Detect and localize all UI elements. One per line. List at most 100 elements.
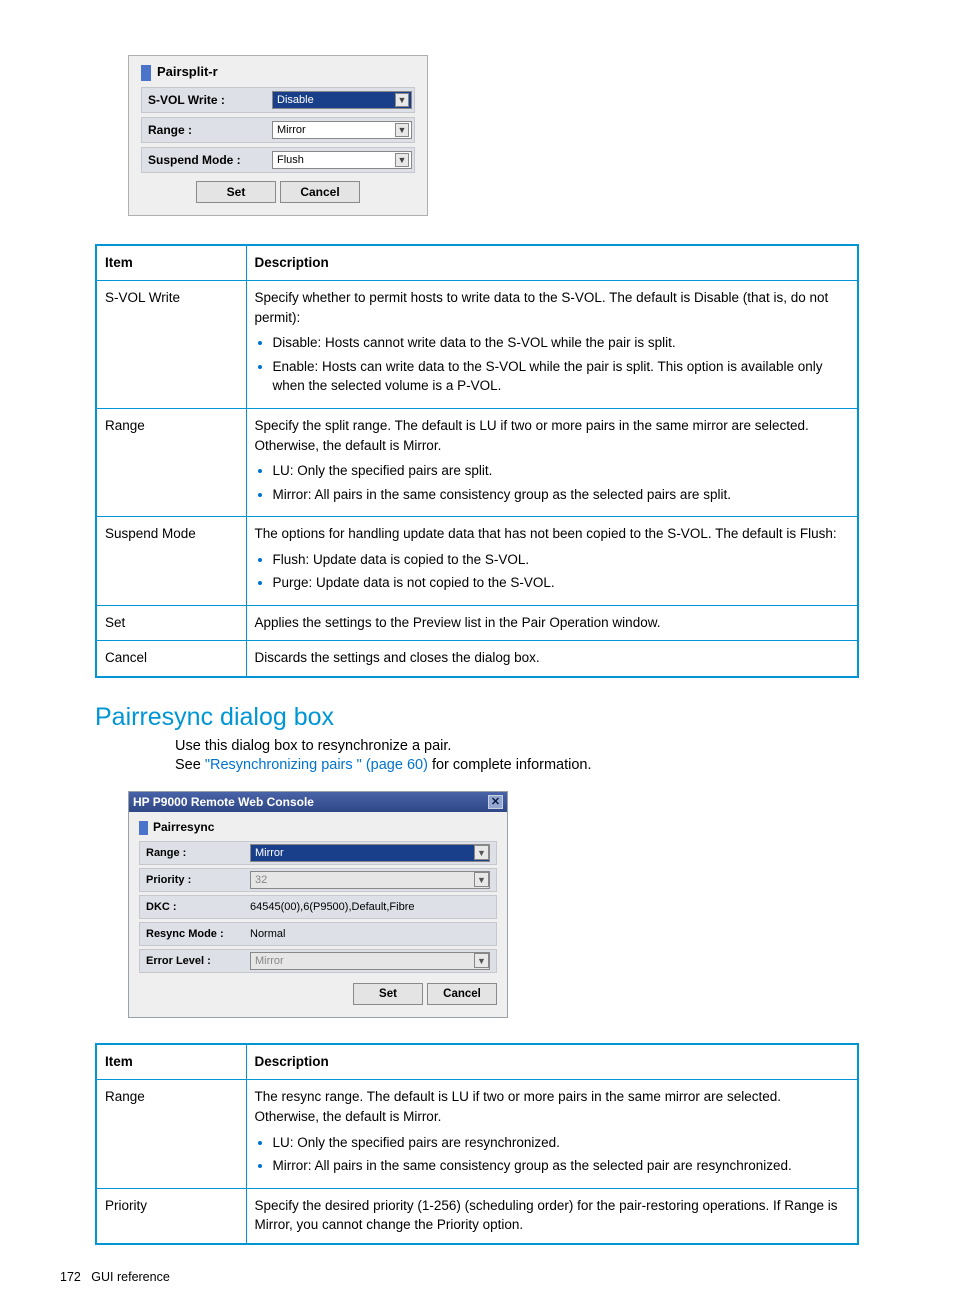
set-button[interactable]: Set [353, 983, 423, 1005]
desc-text: Specify whether to permit hosts to write… [255, 290, 829, 325]
section-heading: Pairresync dialog box [95, 703, 859, 732]
resync-mode-label: Resync Mode : [140, 928, 250, 940]
chevron-down-icon: ▼ [474, 872, 489, 887]
table-row: Suspend Mode The options for handling up… [96, 517, 858, 606]
range-value: Mirror [277, 124, 306, 136]
pairresync-dialog: HP P9000 Remote Web Console ✕ Pairresync… [128, 791, 508, 1018]
page-footer: 172 GUI reference [60, 1270, 859, 1284]
cancel-button[interactable]: Cancel [280, 181, 360, 203]
cell-item: Suspend Mode [96, 517, 246, 606]
page-number: 172 [60, 1270, 81, 1284]
desc-text: The resync range. The default is LU if t… [255, 1089, 781, 1124]
error-level-select[interactable]: Mirror ▼ [250, 952, 490, 970]
section-text: Use this dialog box to resynchronize a p… [175, 738, 859, 754]
svol-write-label: S-VOL Write : [142, 93, 272, 107]
desc-list: LU: Only the specified pairs are split. … [255, 461, 850, 504]
cell-item: Cancel [96, 641, 246, 677]
svol-write-row: S-VOL Write : Disable ▼ [141, 87, 415, 113]
priority-label: Priority : [140, 874, 250, 886]
desc-list: Disable: Hosts cannot write data to the … [255, 333, 850, 396]
table-row: Range Specify the split range. The defau… [96, 408, 858, 516]
col-desc: Description [246, 245, 858, 281]
range-label: Range : [140, 847, 250, 859]
priority-select[interactable]: 32 ▼ [250, 871, 490, 889]
dialog-buttons: Set Cancel [141, 181, 415, 203]
suspend-mode-select[interactable]: Flush ▼ [272, 151, 412, 169]
desc-text: Specify the split range. The default is … [255, 418, 809, 453]
list-item: Disable: Hosts cannot write data to the … [273, 333, 850, 353]
cancel-button[interactable]: Cancel [427, 983, 497, 1005]
range-row: Range : Mirror ▼ [141, 117, 415, 143]
footer-label: GUI reference [91, 1270, 170, 1284]
list-item: Mirror: All pairs in the same consistenc… [273, 1156, 850, 1176]
range-label: Range : [142, 123, 272, 137]
cell-item: Range [96, 1080, 246, 1188]
range-select[interactable]: Mirror ▼ [272, 121, 412, 139]
chevron-down-icon: ▼ [395, 123, 409, 137]
table-row: S-VOL Write Specify whether to permit ho… [96, 281, 858, 409]
suspend-mode-value: Flush [277, 154, 304, 166]
list-item: Mirror: All pairs in the same consistenc… [273, 485, 850, 505]
dialog-titlebar: HP P9000 Remote Web Console ✕ [129, 792, 507, 812]
pairsplit-dialog: Pairsplit-r S-VOL Write : Disable ▼ Rang… [128, 55, 428, 216]
panel-title: Pairresync [139, 820, 497, 835]
cell-desc: Specify whether to permit hosts to write… [246, 281, 858, 409]
text-fragment: for complete information. [428, 757, 592, 773]
table-row: Cancel Discards the settings and closes … [96, 641, 858, 677]
cell-item: S-VOL Write [96, 281, 246, 409]
desc-list: Flush: Update data is copied to the S-VO… [255, 550, 850, 593]
dialog-title: Pairsplit-r [141, 64, 415, 81]
range-select[interactable]: Mirror ▼ [250, 844, 490, 862]
col-desc: Description [246, 1044, 858, 1080]
resync-mode-value: Normal [250, 928, 496, 940]
list-item: Flush: Update data is copied to the S-VO… [273, 550, 850, 570]
title-bar-accent [141, 65, 151, 81]
range-value: Mirror [255, 847, 284, 859]
dkc-label: DKC : [140, 901, 250, 913]
cell-item: Set [96, 605, 246, 641]
chevron-down-icon: ▼ [395, 153, 409, 167]
resync-pairs-link[interactable]: "Resynchronizing pairs " (page 60) [205, 757, 428, 773]
text-fragment: See [175, 757, 205, 773]
list-item: LU: Only the specified pairs are split. [273, 461, 850, 481]
desc-list: LU: Only the specified pairs are resynch… [255, 1133, 850, 1176]
chevron-down-icon: ▼ [395, 93, 409, 107]
set-button[interactable]: Set [196, 181, 276, 203]
cell-desc: Applies the settings to the Preview list… [246, 605, 858, 641]
chevron-down-icon: ▼ [474, 953, 489, 968]
list-item: Enable: Hosts can write data to the S-VO… [273, 357, 850, 396]
error-level-row: Error Level : Mirror ▼ [139, 949, 497, 973]
dkc-row: DKC : 64545(00),6(P9500),Default,Fibre [139, 895, 497, 919]
section-text: See "Resynchronizing pairs " (page 60) f… [175, 757, 859, 773]
cell-item: Range [96, 408, 246, 516]
col-item: Item [96, 245, 246, 281]
svol-write-select[interactable]: Disable ▼ [272, 91, 412, 109]
priority-row: Priority : 32 ▼ [139, 868, 497, 892]
table-row: Set Applies the settings to the Preview … [96, 605, 858, 641]
table-row: Range The resync range. The default is L… [96, 1080, 858, 1188]
error-level-value: Mirror [255, 955, 284, 967]
title-bar-accent [139, 821, 148, 835]
range-row: Range : Mirror ▼ [139, 841, 497, 865]
priority-value: 32 [255, 874, 267, 886]
col-item: Item [96, 1044, 246, 1080]
desc-text: The options for handling update data tha… [255, 526, 837, 541]
suspend-mode-label: Suspend Mode : [142, 153, 272, 167]
table-row: Priority Specify the desired priority (1… [96, 1188, 858, 1244]
cell-desc: The resync range. The default is LU if t… [246, 1080, 858, 1188]
chevron-down-icon: ▼ [474, 845, 489, 860]
pairresync-description-table: Item Description Range The resync range.… [95, 1043, 859, 1245]
cell-desc: Specify the split range. The default is … [246, 408, 858, 516]
panel-title-text: Pairresync [153, 820, 214, 834]
dialog-title-text: Pairsplit-r [157, 64, 218, 79]
list-item: Purge: Update data is not copied to the … [273, 573, 850, 593]
cell-desc: The options for handling update data tha… [246, 517, 858, 606]
list-item: LU: Only the specified pairs are resynch… [273, 1133, 850, 1153]
dkc-value: 64545(00),6(P9500),Default,Fibre [250, 901, 496, 913]
resync-mode-row: Resync Mode : Normal [139, 922, 497, 946]
close-icon[interactable]: ✕ [488, 795, 503, 809]
suspend-mode-row: Suspend Mode : Flush ▼ [141, 147, 415, 173]
error-level-label: Error Level : [140, 955, 250, 967]
titlebar-text: HP P9000 Remote Web Console [133, 795, 314, 809]
cell-desc: Specify the desired priority (1-256) (sc… [246, 1188, 858, 1244]
